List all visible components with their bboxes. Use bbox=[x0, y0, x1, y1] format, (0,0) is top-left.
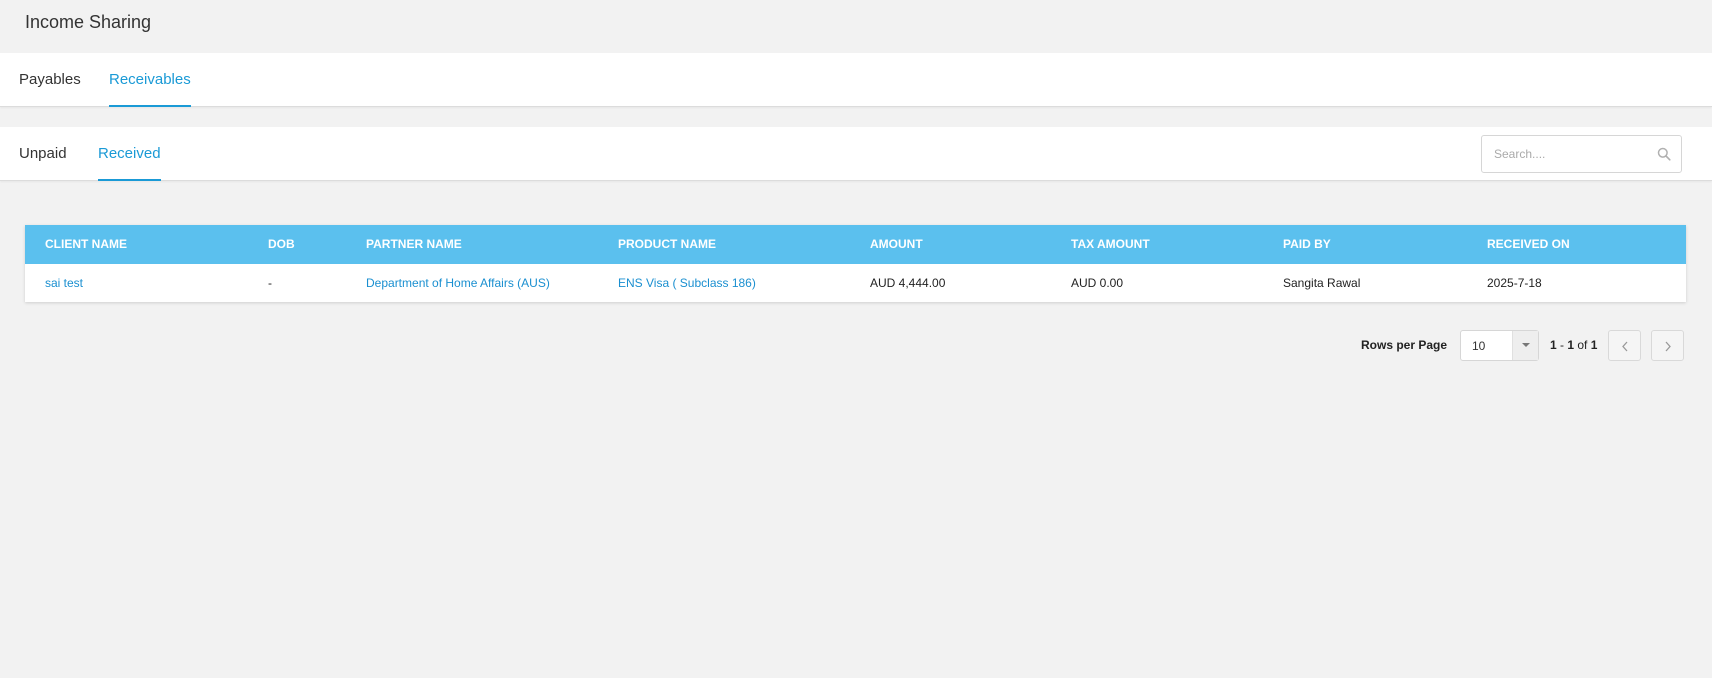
tab-receivables-label: Receivables bbox=[109, 71, 191, 88]
tab-receivables[interactable]: Receivables bbox=[109, 53, 191, 107]
tab-unpaid[interactable]: Unpaid bbox=[19, 127, 67, 181]
previous-page-button[interactable] bbox=[1608, 330, 1641, 361]
table-header: CLIENT NAME DOB PARTNER NAME PRODUCT NAM… bbox=[25, 225, 1686, 264]
search-input[interactable] bbox=[1482, 136, 1652, 172]
caret-down-icon bbox=[1522, 343, 1530, 347]
table-row: sai test - Department of Home Affairs (A… bbox=[25, 264, 1686, 302]
tab-payables-label: Payables bbox=[19, 71, 81, 88]
column-header-amount[interactable]: AMOUNT bbox=[870, 225, 923, 264]
page-header: Income Sharing bbox=[0, 0, 1712, 53]
cell-paid-by: Sangita Rawal bbox=[1283, 276, 1361, 290]
rows-per-page-select[interactable]: 10 bbox=[1460, 330, 1539, 361]
dropdown-toggle[interactable] bbox=[1512, 331, 1538, 360]
column-header-paid-by[interactable]: PAID BY bbox=[1283, 225, 1331, 264]
page-range-info: 1 - 1 of 1 bbox=[1550, 338, 1597, 352]
tab-received-label: Received bbox=[98, 145, 161, 162]
cell-tax-amount: AUD 0.00 bbox=[1071, 276, 1124, 290]
page-title: Income Sharing bbox=[25, 12, 152, 32]
primary-tabbar: Payables Receivables bbox=[0, 53, 1712, 107]
next-page-button[interactable] bbox=[1651, 330, 1684, 361]
column-header-client-name[interactable]: CLIENT NAME bbox=[45, 225, 127, 264]
column-header-received-on[interactable]: RECEIVED ON bbox=[1487, 225, 1570, 264]
cell-product-name[interactable]: ENS Visa ( Subclass 186) bbox=[618, 264, 756, 302]
tab-unpaid-label: Unpaid bbox=[19, 145, 67, 162]
column-header-tax-amount[interactable]: TAX AMOUNT bbox=[1071, 225, 1150, 264]
pagination: Rows per Page 10 1 - 1 of 1 bbox=[0, 330, 1712, 362]
chevron-left-icon bbox=[1622, 341, 1628, 352]
received-table: CLIENT NAME DOB PARTNER NAME PRODUCT NAM… bbox=[25, 225, 1686, 302]
secondary-tabbar: Unpaid Received bbox=[0, 127, 1712, 181]
cell-amount: AUD 4,444.00 bbox=[870, 276, 946, 290]
range-total: 1 bbox=[1590, 338, 1598, 352]
search-icon[interactable] bbox=[1657, 147, 1671, 161]
column-header-dob[interactable]: DOB bbox=[268, 225, 295, 264]
search-box bbox=[1481, 135, 1682, 173]
column-header-product-name[interactable]: PRODUCT NAME bbox=[618, 225, 716, 264]
chevron-right-icon bbox=[1665, 341, 1671, 352]
tab-underline bbox=[98, 179, 161, 181]
tab-payables[interactable]: Payables bbox=[19, 53, 81, 107]
range-start: 1 bbox=[1550, 338, 1557, 352]
cell-partner-name[interactable]: Department of Home Affairs (AUS) bbox=[366, 264, 550, 302]
column-header-partner-name[interactable]: PARTNER NAME bbox=[366, 225, 462, 264]
range-separator: - bbox=[1556, 338, 1568, 352]
cell-received-on: 2025-7-18 bbox=[1487, 276, 1542, 290]
rows-per-page-label: Rows per Page bbox=[1361, 338, 1448, 352]
of-label: of bbox=[1574, 338, 1591, 352]
tab-received[interactable]: Received bbox=[98, 127, 161, 181]
cell-dob: - bbox=[268, 276, 272, 290]
tab-underline bbox=[109, 105, 191, 107]
rows-per-page-value: 10 bbox=[1472, 339, 1486, 353]
cell-client-name[interactable]: sai test bbox=[45, 264, 83, 302]
